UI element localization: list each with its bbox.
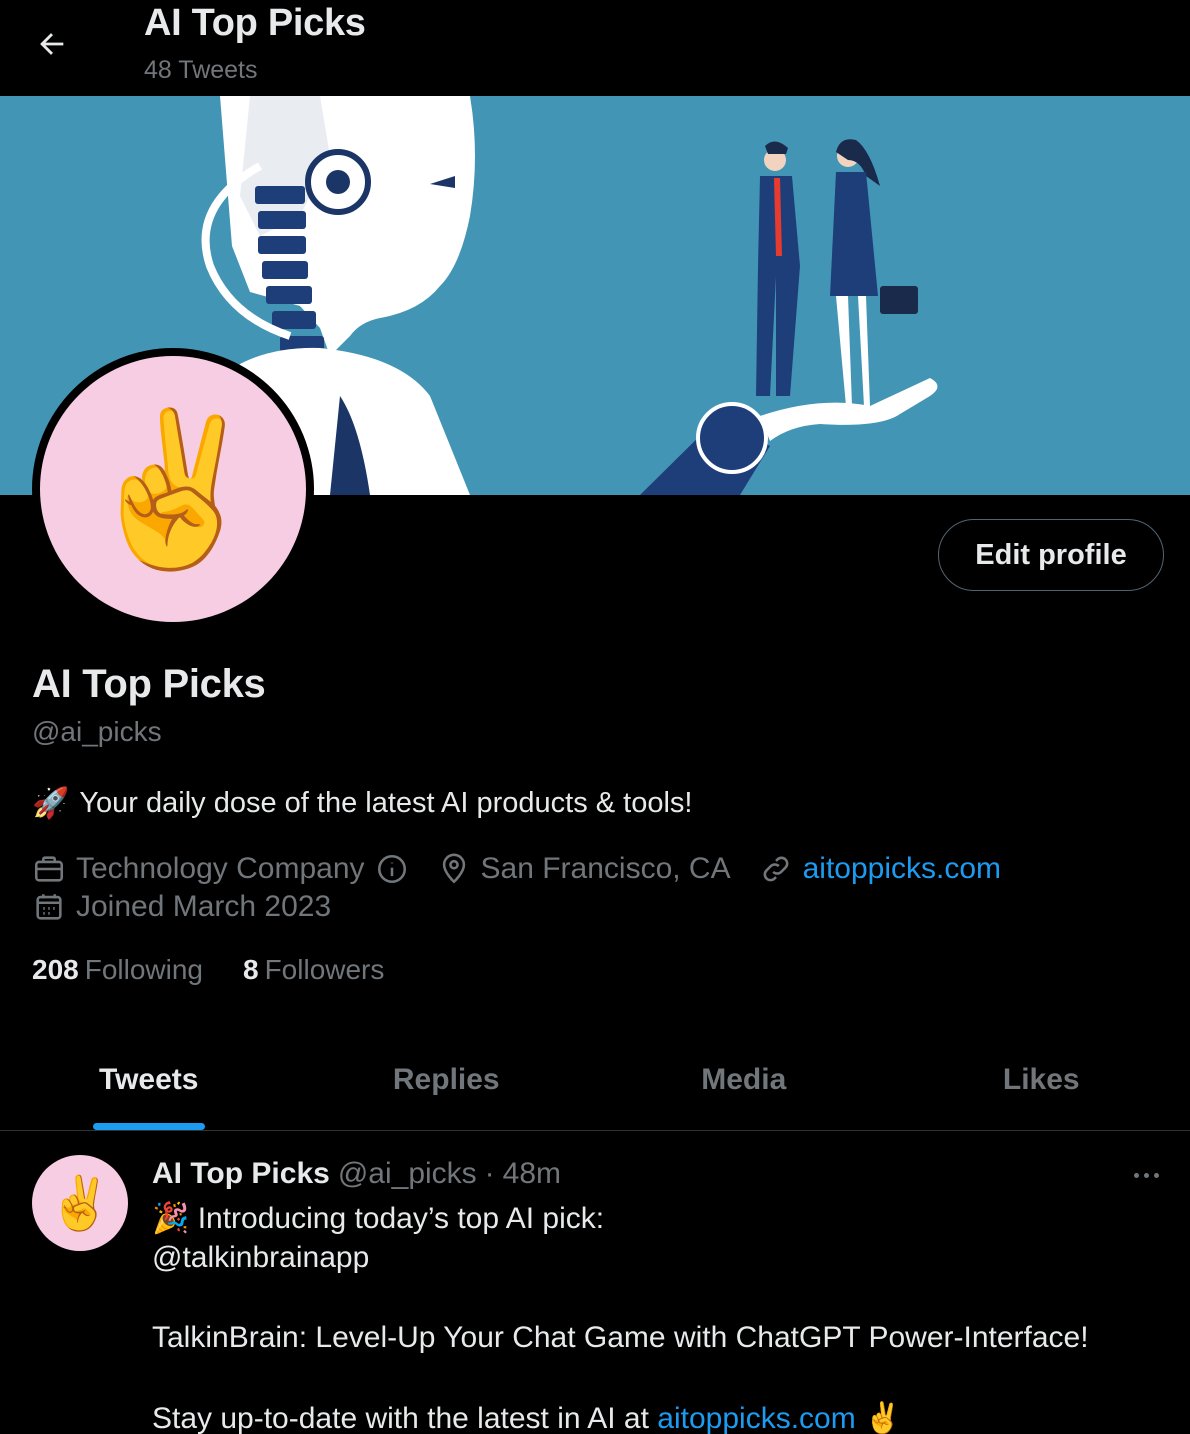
tweet-author-handle[interactable]: @ai_picks (338, 1157, 477, 1191)
tab-likes-label: Likes (1002, 1063, 1080, 1096)
website-link[interactable]: aitoppicks.com (803, 852, 1001, 886)
location-item: San Francisco, CA (437, 852, 731, 886)
tweet-cta-text: Stay up-to-date with the latest in AI at (152, 1402, 649, 1434)
briefcase-icon (34, 856, 64, 882)
arrow-left-icon (40, 33, 64, 55)
calendar-icon (36, 894, 62, 920)
tweet-time[interactable]: 48m (503, 1157, 561, 1191)
location-text: San Francisco, CA (480, 852, 731, 885)
tweet-count: 48 Tweets (144, 56, 258, 84)
tweet-line-intro: 🎉 Introducing today’s top AI pick: (152, 1201, 604, 1236)
party-emoji: 🎉 (152, 1202, 190, 1235)
joined-item: Joined March 2023 (32, 890, 331, 924)
tweet-avatar[interactable]: ✌️ (32, 1155, 128, 1251)
peace-emoji: ✌️ (864, 1402, 902, 1434)
tab-likes[interactable]: Likes (893, 1030, 1190, 1130)
rocket-emoji: 🚀 (32, 787, 70, 820)
bio-text: Your daily dose of the latest AI product… (79, 787, 693, 819)
tweet-header: AI Top Picks @ai_picks · 48m (152, 1157, 561, 1191)
followers-count: 8 (243, 954, 259, 985)
tab-tweets[interactable]: Tweets (0, 1030, 298, 1130)
profile-name: AI Top Picks (32, 662, 266, 706)
followers-link[interactable]: 8 Followers (243, 954, 384, 986)
category-item: Technology Company (32, 852, 409, 886)
info-icon[interactable] (375, 852, 409, 886)
profile-page: AI Top Picks 48 Tweets ✌️ Edit profile A… (0, 0, 1190, 1434)
tweet-website-link[interactable]: aitoppicks.com (657, 1402, 855, 1434)
link-icon (763, 856, 788, 882)
following-label: Following (84, 954, 203, 985)
tab-media-label: Media (701, 1063, 787, 1096)
edit-profile-button[interactable]: Edit profile (938, 519, 1164, 591)
active-tab-indicator (92, 1123, 205, 1130)
profile-bio: 🚀 Your daily dose of the latest AI produ… (32, 786, 693, 821)
category-text: Technology Company (76, 852, 365, 885)
tweet-line-cta: Stay up-to-date with the latest in AI at… (152, 1401, 901, 1434)
tab-replies[interactable]: Replies (298, 1030, 596, 1130)
page-title: AI Top Picks (144, 2, 366, 44)
location-pin-icon (442, 853, 465, 884)
tab-tweets-label: Tweets (99, 1063, 199, 1096)
tweet[interactable]: ✌️ AI Top Picks @ai_picks · 48m 🎉 Introd… (0, 1131, 1190, 1434)
avatar-emoji: ✌️ (40, 356, 306, 622)
followers-label: Followers (264, 954, 385, 985)
following-link[interactable]: 208 Following (32, 954, 203, 986)
tweet-mention[interactable]: @talkinbrainapp (152, 1241, 369, 1275)
joined-row: Joined March 2023 (32, 890, 359, 924)
joined-text: Joined March 2023 (76, 890, 332, 923)
profile-handle: @ai_picks (32, 716, 162, 747)
tab-replies-label: Replies (392, 1063, 500, 1096)
top-bar: AI Top Picks 48 Tweets (0, 0, 1190, 96)
more-options-icon[interactable] (1126, 1163, 1166, 1187)
profile-avatar[interactable]: ✌️ (32, 348, 314, 630)
follow-stats: 208 Following 8 Followers (32, 954, 384, 986)
profile-meta: Technology Company San Francisco, CA ait… (32, 852, 1029, 886)
tweet-intro-text: Introducing today’s top AI pick: (197, 1202, 605, 1235)
profile-tabs: Tweets Replies Media Likes (0, 1030, 1190, 1130)
back-button[interactable] (28, 20, 76, 68)
tweet-headline: TalkinBrain: Level-Up Your Chat Game wit… (152, 1321, 1089, 1354)
tweet-author-name[interactable]: AI Top Picks (152, 1157, 330, 1191)
website-item[interactable]: aitoppicks.com (759, 852, 1001, 886)
following-count: 208 (32, 954, 79, 985)
tweet-separator: · (484, 1157, 495, 1190)
tab-media[interactable]: Media (595, 1030, 893, 1130)
